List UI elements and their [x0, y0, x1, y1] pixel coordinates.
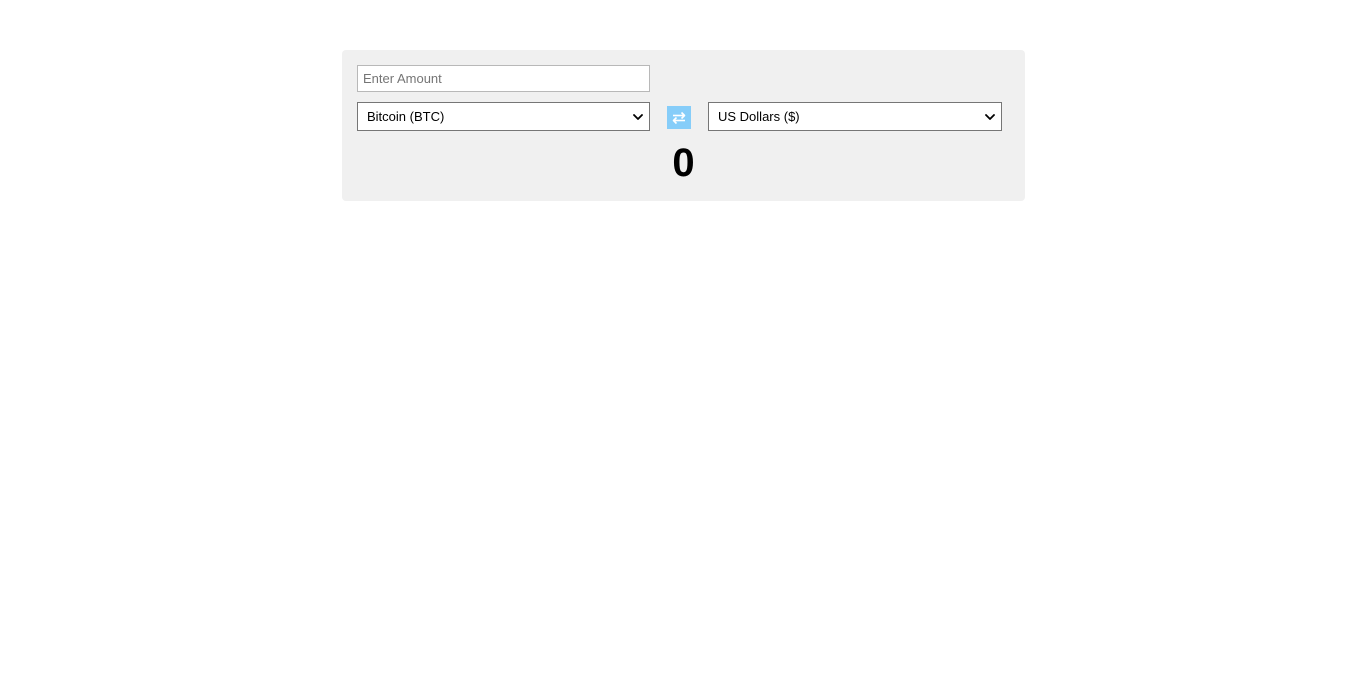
- conversion-result: 0: [672, 141, 695, 185]
- swap-arrows-icon: [672, 111, 686, 124]
- to-currency-select[interactable]: US Dollars ($): [708, 102, 1002, 131]
- chevron-down-icon: [985, 114, 995, 120]
- from-currency-selected-label: Bitcoin (BTC): [367, 109, 445, 124]
- chevron-down-icon: [633, 114, 643, 120]
- amount-input[interactable]: [357, 65, 650, 92]
- from-currency-select[interactable]: Bitcoin (BTC): [357, 102, 650, 131]
- converter-panel: Bitcoin (BTC) US Dollars ($) 0: [342, 50, 1025, 201]
- to-currency-selected-label: US Dollars ($): [718, 109, 800, 124]
- swap-currencies-button[interactable]: [667, 106, 691, 129]
